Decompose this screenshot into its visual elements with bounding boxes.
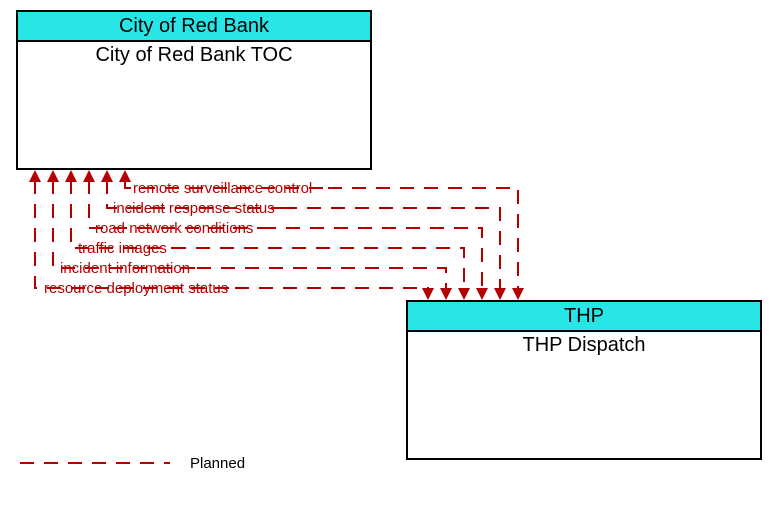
flow-label-resource-deployment-status: resource deployment status xyxy=(44,280,228,297)
flow-label-incident-response-status: incident response status xyxy=(113,200,275,217)
entity-header: THP xyxy=(408,302,760,332)
flow-label-incident-information: incident information xyxy=(60,260,190,277)
entity-subtitle: THP Dispatch xyxy=(408,332,760,358)
flow-label-road-network-conditions: road network conditions xyxy=(95,220,253,237)
legend-planned-label: Planned xyxy=(190,455,245,472)
entity-subtitle: City of Red Bank TOC xyxy=(18,42,370,68)
flow-label-remote-surveillance-control: remote surveillance control xyxy=(133,180,312,197)
entity-thp: THP THP Dispatch xyxy=(406,300,762,460)
entity-city-of-red-bank: City of Red Bank City of Red Bank TOC xyxy=(16,10,372,170)
flow-label-traffic-images: traffic images xyxy=(78,240,167,257)
entity-header: City of Red Bank xyxy=(18,12,370,42)
